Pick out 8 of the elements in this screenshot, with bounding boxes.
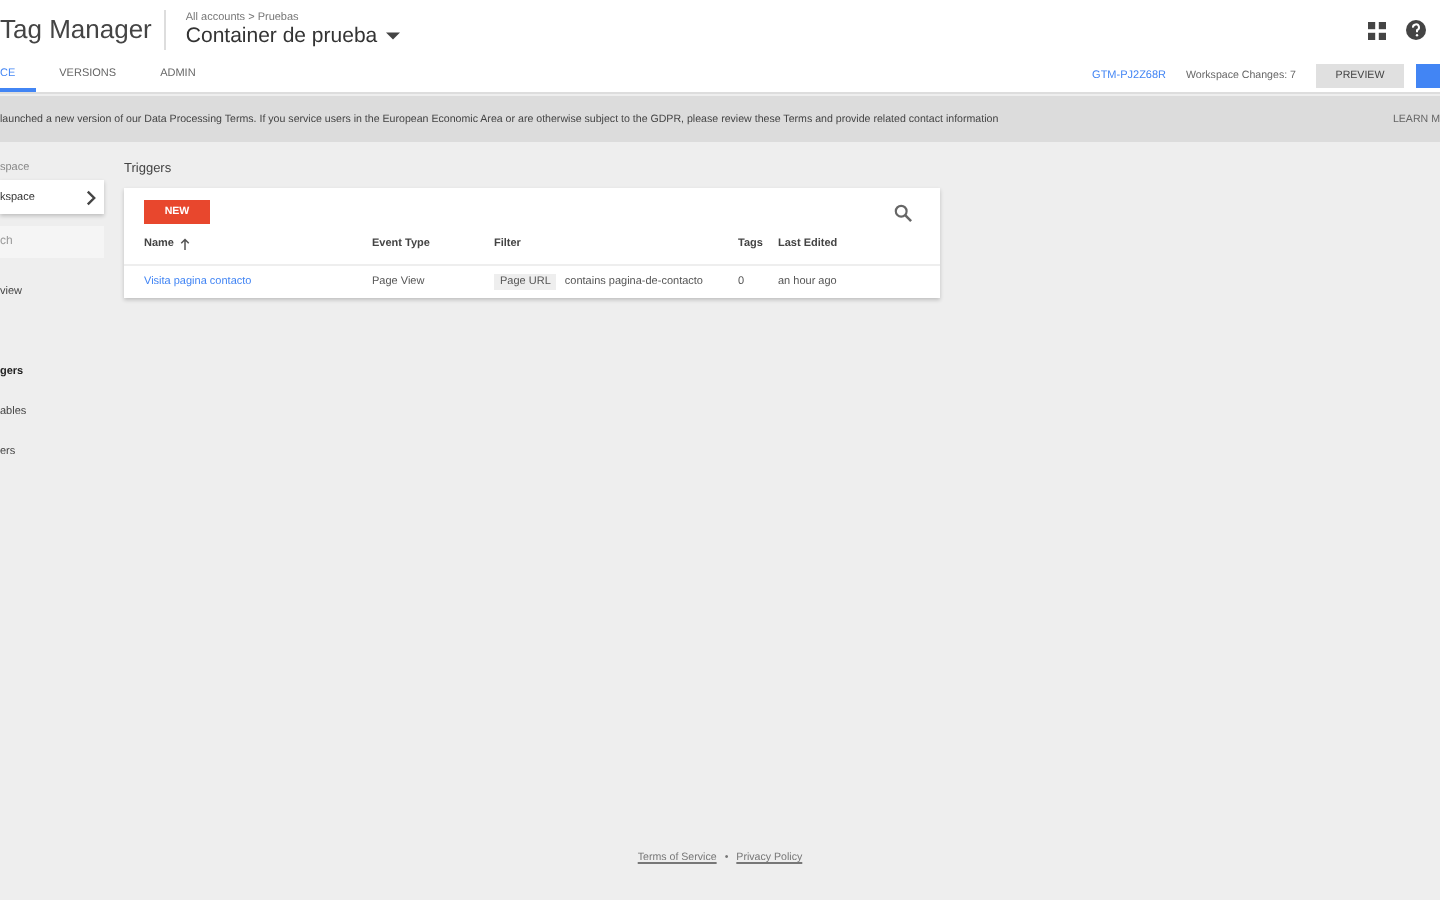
chevron-right-icon: [86, 189, 96, 205]
help-icon[interactable]: [1406, 20, 1426, 40]
sort-arrow-icon: [179, 238, 190, 250]
search-icon[interactable]: [894, 203, 912, 221]
product-name: Tag Manager: [0, 10, 166, 50]
apps-grid-icon[interactable]: [1368, 21, 1386, 39]
caret-icon: [385, 32, 400, 40]
container-selector[interactable]: Container de prueba: [185, 24, 400, 48]
